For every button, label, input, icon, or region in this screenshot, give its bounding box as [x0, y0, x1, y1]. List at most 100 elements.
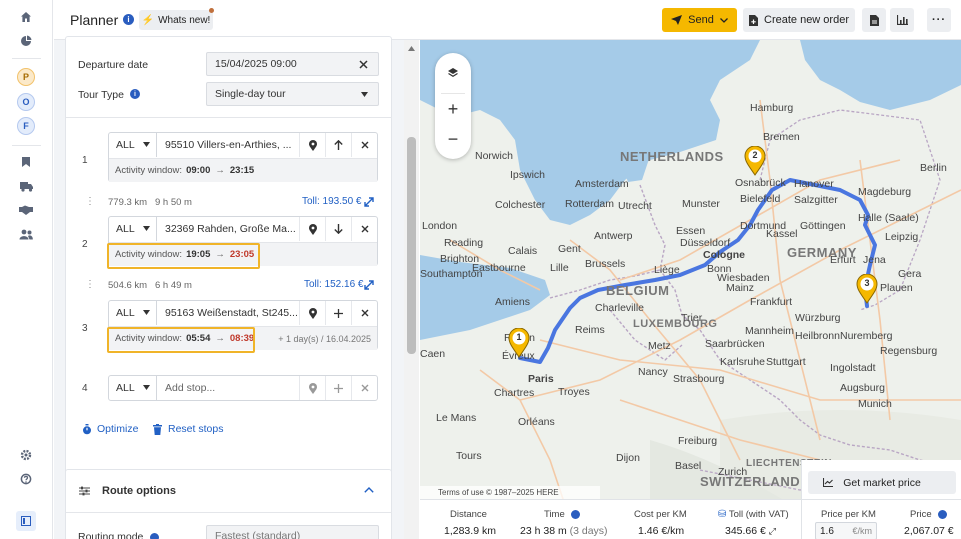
price-per-km-input[interactable]: 1.6 €/km	[815, 522, 877, 539]
info-icon[interactable]	[571, 509, 581, 519]
toll-value[interactable]: 345.66 € ⤢	[725, 525, 776, 537]
chart-icon[interactable]	[890, 8, 914, 32]
location-pin-icon[interactable]	[299, 301, 325, 325]
info-icon[interactable]	[938, 509, 948, 519]
marker-number: 2	[752, 150, 758, 160]
stop-address[interactable]: 95163 Weißenstadt, St245...	[157, 301, 299, 325]
country-label: BELGIUM	[606, 283, 670, 298]
caret-down-icon	[143, 142, 150, 147]
dashboard-pie-icon[interactable]	[15, 30, 37, 52]
handshake-icon[interactable]	[15, 199, 37, 221]
send-button[interactable]: Send	[662, 8, 737, 32]
routing-mode-value: Fastest (standard)	[215, 530, 301, 539]
document-icon[interactable]	[862, 8, 886, 32]
expand-arrows-icon[interactable]	[364, 280, 374, 290]
city-label: Reims	[575, 324, 605, 336]
avatar-letter: P	[22, 72, 29, 82]
arrow-down-icon[interactable]	[325, 217, 351, 241]
expand-arrows-icon[interactable]	[364, 197, 374, 207]
info-icon[interactable]: i	[123, 14, 134, 25]
toll-value-text: 345.66 €	[725, 525, 766, 537]
stop-filter-select[interactable]: ALL	[109, 376, 157, 400]
city-label: Dijon	[616, 452, 640, 464]
caret-down-icon	[143, 385, 150, 390]
zoom-out-button[interactable]: −	[438, 125, 468, 153]
collapse-sidebar-icon[interactable]	[16, 511, 36, 531]
leg-toll[interactable]: Toll: 152.16 €	[304, 279, 364, 290]
city-label: Charleville	[595, 302, 645, 314]
page-title: Planner	[70, 12, 119, 28]
leg-toll[interactable]: Toll: 193.50 €	[302, 196, 362, 207]
filter-value: ALL	[116, 139, 135, 151]
route-marker-1[interactable]: 1	[508, 328, 530, 358]
add-stop-icon[interactable]	[325, 376, 351, 400]
create-order-button[interactable]: Create new order	[743, 8, 855, 32]
notification-dot	[209, 8, 214, 13]
marker-number: 3	[864, 278, 870, 288]
route-map[interactable]: NETHERLANDS BELGIUM GERMANY LUXEMBOURG L…	[420, 40, 961, 539]
add-stop-input[interactable]: Add stop...	[157, 376, 299, 400]
city-label: Essen	[676, 225, 706, 237]
location-pin-icon[interactable]	[299, 217, 325, 241]
city-label: Saarbrücken	[705, 338, 765, 350]
optimize-button[interactable]: Optimize	[82, 423, 138, 435]
city-label: Regensburg	[880, 345, 938, 357]
users-icon[interactable]	[15, 223, 37, 245]
layers-icon[interactable]	[438, 58, 468, 88]
send-label: Send	[688, 14, 714, 26]
remove-stop-icon[interactable]	[351, 301, 377, 325]
stop-filter-select[interactable]: ALL	[109, 217, 157, 241]
drag-handle-icon[interactable]: ⋮	[85, 196, 95, 207]
remove-stop-icon[interactable]	[351, 133, 377, 157]
routing-mode-select[interactable]: Fastest (standard)	[206, 525, 379, 539]
more-options-icon[interactable]: ···	[927, 8, 951, 32]
info-icon[interactable]: i	[130, 89, 140, 99]
panel-scrollbar[interactable]	[404, 40, 419, 539]
truck-icon[interactable]	[15, 175, 37, 197]
clear-icon[interactable]	[359, 60, 368, 69]
arrow-up-icon[interactable]	[325, 133, 351, 157]
whats-new-button[interactable]: ⚡ Whats new!	[139, 10, 213, 30]
scroll-up-arrow-icon[interactable]	[408, 46, 415, 51]
info-icon[interactable]	[150, 532, 160, 539]
chevron-up-icon[interactable]	[364, 487, 374, 493]
stop-filter-select[interactable]: ALL	[109, 133, 157, 157]
settings-gear-icon[interactable]	[15, 444, 37, 466]
location-pin-icon[interactable]	[299, 376, 325, 400]
tour-type-label: Tour Type	[78, 89, 124, 101]
price-label-text: Price	[910, 509, 932, 520]
top-header: Planner i ⚡ Whats new! Send Create new or…	[54, 0, 961, 40]
document-plus-icon	[749, 14, 758, 26]
price-value: 2,067.07 €	[904, 525, 954, 537]
stop-address[interactable]: 32369 Rahden, Große Ma...	[157, 217, 299, 241]
stop-filter-select[interactable]: ALL	[109, 301, 157, 325]
city-label: Hanover	[794, 178, 834, 190]
map-attribution[interactable]: Terms of use © 1987–2025 HERE	[420, 486, 600, 500]
add-stop-icon[interactable]	[325, 301, 351, 325]
departure-date-input[interactable]: 15/04/2025 09:00	[206, 52, 379, 76]
bookmark-icon[interactable]	[15, 151, 37, 173]
city-label: Gera	[898, 268, 922, 280]
city-label: Brussels	[585, 258, 626, 270]
city-label: Heilbronn	[795, 330, 840, 342]
create-order-label: Create new order	[764, 14, 849, 26]
leg-info: 504.6 km 6 h 49 m	[108, 280, 192, 291]
avatar-p[interactable]: P	[17, 68, 35, 86]
remove-stop-icon[interactable]	[351, 217, 377, 241]
home-icon[interactable]	[15, 6, 37, 28]
route-marker-2[interactable]: 2	[744, 146, 766, 176]
avatar-o[interactable]: O	[17, 93, 35, 111]
drag-handle-icon[interactable]: ⋮	[85, 279, 95, 290]
zoom-in-button[interactable]: +	[438, 95, 468, 123]
scrollbar-thumb[interactable]	[407, 137, 416, 354]
city-label: Düsseldorf	[680, 237, 731, 249]
location-pin-icon[interactable]	[299, 133, 325, 157]
get-market-price-button[interactable]: Get market price	[808, 471, 956, 494]
help-question-icon[interactable]	[15, 468, 37, 490]
remove-stop-icon[interactable]	[351, 376, 377, 400]
route-marker-3[interactable]: 3	[856, 274, 878, 304]
tour-type-select[interactable]: Single-day tour	[206, 82, 379, 106]
reset-stops-button[interactable]: Reset stops	[153, 423, 223, 435]
stop-address[interactable]: 95510 Villers-en-Arthies, ...	[157, 133, 299, 157]
avatar-f[interactable]: F	[17, 117, 35, 135]
